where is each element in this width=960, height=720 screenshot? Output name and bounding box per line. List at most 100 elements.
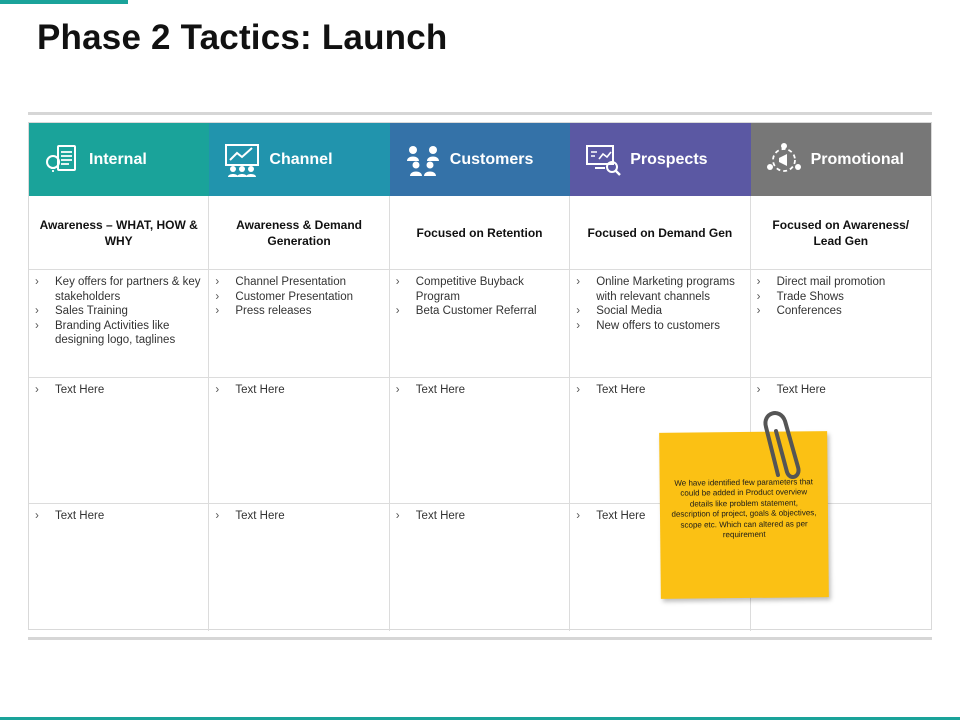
bullet-item: › Trade Shows xyxy=(757,290,925,305)
bullet-text: Direct mail promotion xyxy=(776,276,886,288)
bullet-item: › Sales Training xyxy=(35,304,202,319)
chevron-right-icon: › xyxy=(756,384,761,396)
bullet-text: Social Media xyxy=(596,305,663,317)
cell-channel-row2: › Text Here xyxy=(209,378,390,504)
chevron-right-icon: › xyxy=(35,305,39,317)
header-internal: Internal xyxy=(29,123,210,196)
bullet-item: › Text Here xyxy=(396,509,563,524)
chevron-right-icon: › xyxy=(576,276,581,288)
bullet-text: Text Here xyxy=(415,510,466,522)
chevron-right-icon: › xyxy=(756,305,761,317)
bullet-item: › Channel Presentation xyxy=(215,275,382,290)
bullet-item: › Text Here xyxy=(215,509,382,524)
header-label: Prospects xyxy=(630,150,708,168)
monitor-search-icon xyxy=(584,141,622,179)
bullet-text: Text Here xyxy=(55,510,105,522)
bullet-text: Customer Presentation xyxy=(235,290,354,303)
chevron-right-icon: › xyxy=(215,290,220,303)
megaphone-people-icon xyxy=(765,141,803,179)
bullet-text: Text Here xyxy=(776,384,826,396)
subheading-customers: Focused on Retention xyxy=(389,196,571,270)
bullet-item: › Competitive Buyback Program xyxy=(396,275,563,304)
bullet-text: Beta Customer Referral xyxy=(415,305,537,317)
people-group-icon xyxy=(404,141,442,179)
cell-internal-row2: › Text Here xyxy=(29,378,210,504)
cell-customers-row1: › Competitive Buyback Program › Beta Custom… xyxy=(389,270,571,378)
bullet-text: Text Here xyxy=(596,510,646,522)
bullet-text: Branding Activities like designing logo,… xyxy=(55,319,176,347)
chevron-right-icon: › xyxy=(215,276,220,288)
cell-customers-row3: › Text Here xyxy=(390,504,571,631)
chevron-right-icon: › xyxy=(576,305,581,317)
page-title: Phase 2 Tactics: Launch xyxy=(37,18,448,57)
header-label: Internal xyxy=(89,150,147,168)
bullet-item: › Text Here xyxy=(396,383,563,398)
bullet-item: › Direct mail promotion xyxy=(757,275,925,290)
bullet-item: › Social Media xyxy=(576,304,743,319)
bullet-item: › Branding Activities like designing logo… xyxy=(35,319,202,348)
cell-channel-row1: › Channel Presentation › Customer Presentat… xyxy=(209,270,390,378)
chevron-right-icon: › xyxy=(35,384,39,396)
cell-prospects-row1: › Online Marketing programs with relevant… xyxy=(570,270,751,378)
sticky-note-text: We have identified few parameters that c… xyxy=(671,476,817,540)
bullet-text: Text Here xyxy=(235,384,285,396)
cell-internal-row3: › Text Here xyxy=(29,504,210,631)
bullet-item: › Text Here xyxy=(35,383,202,398)
cell-promotional-row1: › Direct mail promotion › Trade Shows › Confe… xyxy=(750,270,931,378)
cell-internal-row1: › Key offers for partners & key stakehold… xyxy=(29,270,210,378)
bullet-item: › New offers to customers xyxy=(576,319,743,334)
cell-customers-row2: › Text Here xyxy=(389,378,571,504)
bullet-item: › Beta Customer Referral xyxy=(396,304,563,319)
header-label: Channel xyxy=(269,150,333,168)
chevron-right-icon: › xyxy=(35,319,39,332)
chevron-right-icon: › xyxy=(215,305,220,317)
header-promotional: Promotional xyxy=(750,123,931,196)
chevron-right-icon: › xyxy=(35,276,39,288)
bullet-text: Text Here xyxy=(415,384,466,396)
chevron-right-icon: › xyxy=(756,290,761,303)
bullet-item: › Text Here xyxy=(215,383,382,398)
subheading-channel: Awareness & Demand Generation xyxy=(209,196,390,270)
chevron-right-icon: › xyxy=(395,384,400,396)
chevron-right-icon: › xyxy=(576,510,581,522)
top-divider xyxy=(28,112,932,115)
bullet-item: › Press releases xyxy=(215,304,382,319)
paperclip-icon xyxy=(763,411,801,479)
chevron-right-icon: › xyxy=(395,276,400,288)
bullet-text: Channel Presentation xyxy=(235,276,346,288)
bullet-text: Key offers for partners & key stakeholde… xyxy=(55,276,201,303)
header-label: Customers xyxy=(449,150,534,168)
bullet-text: New offers to customers xyxy=(596,319,720,332)
top-accent-bar xyxy=(0,0,128,4)
bullet-item: › Key offers for partners & key stakehold… xyxy=(35,275,202,304)
bullet-item: › Conferences xyxy=(757,304,925,319)
bullet-item: › Text Here xyxy=(35,509,202,524)
bullet-item: › Text Here xyxy=(757,383,925,398)
subheading-promotional: Focused on Awareness/ Lead Gen xyxy=(750,196,931,270)
bullet-text: Press releases xyxy=(235,305,312,317)
chevron-right-icon: › xyxy=(35,510,39,522)
bullet-item: › Text Here xyxy=(576,383,743,398)
bullet-text: Competitive Buyback Program xyxy=(415,276,524,303)
header-label: Promotional xyxy=(810,150,904,168)
bullet-item: › Online Marketing programs with relevant… xyxy=(576,275,743,304)
document-bulb-icon xyxy=(43,141,81,179)
bullet-text: Trade Shows xyxy=(776,290,844,303)
bullet-item: › Customer Presentation xyxy=(215,290,382,305)
bullet-text: Text Here xyxy=(596,384,646,396)
chevron-right-icon: › xyxy=(576,384,581,396)
bullet-text: Online Marketing programs with relevant … xyxy=(596,276,735,303)
header-prospects: Prospects xyxy=(570,123,751,196)
bullet-text: Sales Training xyxy=(55,305,128,317)
bullet-text: Text Here xyxy=(235,510,285,522)
bullet-text: Conferences xyxy=(776,305,842,317)
subheading-internal: Awareness – WHAT, HOW & WHY xyxy=(29,196,210,270)
chart-people-icon xyxy=(223,141,261,179)
chevron-right-icon: › xyxy=(215,384,220,396)
chevron-right-icon: › xyxy=(576,319,581,332)
cell-channel-row3: › Text Here xyxy=(209,504,390,631)
chevron-right-icon: › xyxy=(395,305,400,317)
chevron-right-icon: › xyxy=(756,276,761,288)
bullet-text: Text Here xyxy=(55,384,105,396)
bottom-divider xyxy=(28,637,932,640)
